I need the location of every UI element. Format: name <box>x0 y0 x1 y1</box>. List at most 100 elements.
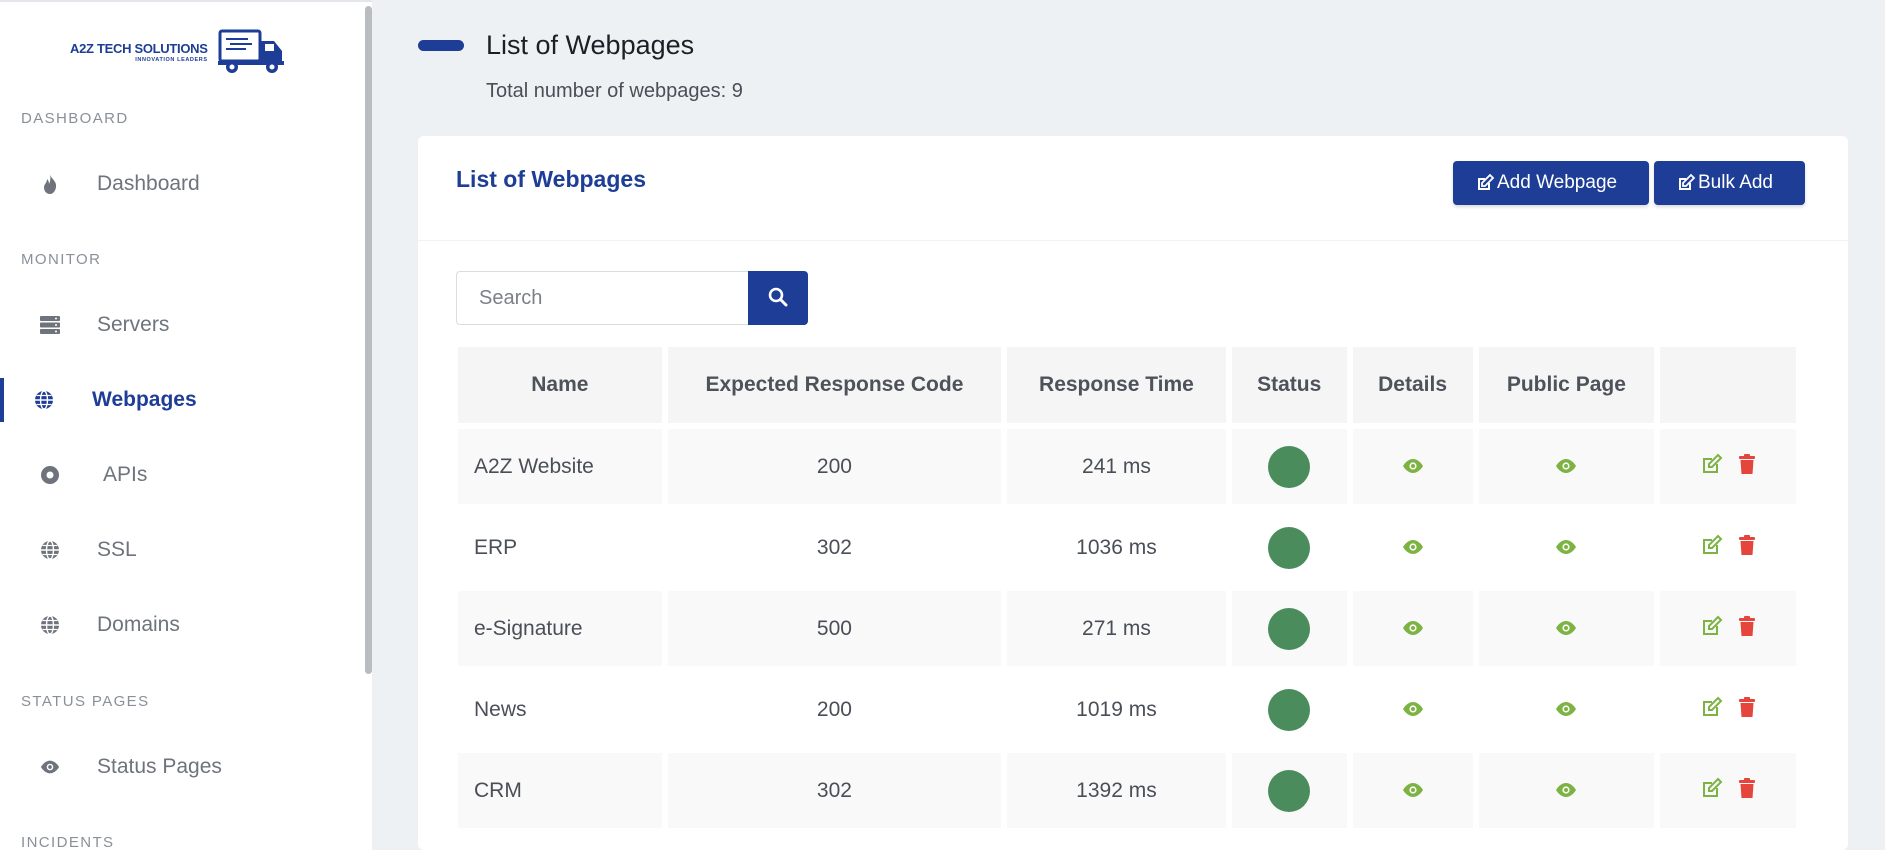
cell-public-page <box>1478 672 1655 747</box>
sidebar-item-label: APIs <box>103 463 148 486</box>
column-header-status[interactable]: Status <box>1231 347 1347 423</box>
sidebar-item-domains[interactable]: Domains <box>0 603 365 647</box>
webpages-card: List of Webpages Add Webpage Bulk Add Se… <box>418 136 1848 850</box>
cell-expected-code: 200 <box>667 429 1002 504</box>
search-bar <box>456 271 808 325</box>
cell-actions <box>1660 510 1796 585</box>
column-header-name[interactable]: Name <box>458 347 662 423</box>
bulk-add-button[interactable]: Bulk Add <box>1654 161 1805 205</box>
column-header-actions <box>1660 347 1796 423</box>
eye-icon <box>40 757 60 777</box>
table-row: ERP 302 1036 ms <box>458 510 1796 585</box>
sidebar-item-ssl[interactable]: SSL <box>0 528 365 572</box>
edit-icon <box>1701 534 1723 562</box>
table-header-row: Name Expected Response Code Response Tim… <box>458 347 1796 423</box>
edit-icon <box>1676 173 1696 193</box>
trash-icon <box>1739 615 1756 642</box>
view-details-button[interactable] <box>1402 779 1424 803</box>
cell-status <box>1231 591 1347 666</box>
sidebar-section-monitor: MONITOR <box>21 251 102 268</box>
cell-status <box>1231 429 1347 504</box>
view-details-button[interactable] <box>1402 617 1424 641</box>
cell-details <box>1352 672 1473 747</box>
view-public-page-button[interactable] <box>1555 455 1577 479</box>
sidebar-item-status-pages[interactable]: Status Pages <box>0 745 365 789</box>
sidebar-item-label: Dashboard <box>97 172 200 195</box>
column-header-expected-code[interactable]: Expected Response Code <box>667 347 1002 423</box>
sidebar-scrollbar[interactable] <box>365 6 372 674</box>
eye-icon <box>1402 779 1424 803</box>
cell-expected-code: 200 <box>667 672 1002 747</box>
sidebar-item-servers[interactable]: Servers <box>0 303 365 347</box>
sidebar-item-dashboard[interactable]: Dashboard <box>0 162 365 206</box>
column-header-response-time[interactable]: Response Time <box>1007 347 1226 423</box>
eye-icon <box>1555 455 1577 479</box>
cell-actions <box>1660 429 1796 504</box>
sidebar-item-apis[interactable]: APIs <box>0 453 365 497</box>
sidebar-item-label: Domains <box>97 613 180 636</box>
sidebar-item-label: Webpages <box>92 388 197 411</box>
cell-response-time: 271 ms <box>1007 591 1226 666</box>
cell-expected-code: 302 <box>667 510 1002 585</box>
cell-details <box>1352 753 1473 828</box>
edit-button[interactable] <box>1701 615 1723 643</box>
cell-response-time: 1392 ms <box>1007 753 1226 828</box>
delete-button[interactable] <box>1739 696 1756 723</box>
eye-icon <box>1555 779 1577 803</box>
edit-button[interactable] <box>1701 534 1723 562</box>
delete-button[interactable] <box>1739 453 1756 480</box>
view-public-page-button[interactable] <box>1555 779 1577 803</box>
cell-response-time: 241 ms <box>1007 429 1226 504</box>
sidebar-item-webpages[interactable]: Webpages <box>0 378 365 422</box>
view-public-page-button[interactable] <box>1555 617 1577 641</box>
eye-icon <box>1555 617 1577 641</box>
globe-icon <box>40 615 60 635</box>
card-header: List of Webpages Add Webpage Bulk Add <box>418 136 1848 241</box>
view-public-page-button[interactable] <box>1555 698 1577 722</box>
add-webpage-button[interactable]: Add Webpage <box>1453 161 1649 205</box>
cell-name: e-Signature <box>458 591 662 666</box>
table-row: News 200 1019 ms <box>458 672 1796 747</box>
edit-button[interactable] <box>1701 777 1723 805</box>
edit-icon <box>1701 777 1723 805</box>
view-details-button[interactable] <box>1402 536 1424 560</box>
server-icon <box>40 315 60 335</box>
cell-name: A2Z Website <box>458 429 662 504</box>
brand-text: A2Z TECH SOLUTIONS INNOVATION LEADERS <box>70 41 208 63</box>
sidebar-item-label: SSL <box>97 538 137 561</box>
sidebar: A2Z TECH SOLUTIONS INNOVATION LEADERS DA… <box>0 0 372 850</box>
cell-name: CRM <box>458 753 662 828</box>
edit-icon <box>1701 453 1723 481</box>
cell-actions <box>1660 753 1796 828</box>
truck-icon <box>217 29 284 73</box>
search-input[interactable] <box>456 271 749 325</box>
cell-expected-code: 302 <box>667 753 1002 828</box>
trash-icon <box>1739 696 1756 723</box>
edit-button[interactable] <box>1701 696 1723 724</box>
cell-expected-code: 500 <box>667 591 1002 666</box>
globe-icon <box>40 540 60 560</box>
brand-logo[interactable]: A2Z TECH SOLUTIONS INNOVATION LEADERS <box>70 28 290 76</box>
view-details-button[interactable] <box>1402 698 1424 722</box>
brand-tagline: INNOVATION LEADERS <box>135 57 208 63</box>
delete-button[interactable] <box>1739 777 1756 804</box>
cell-status <box>1231 510 1347 585</box>
cell-public-page <box>1478 591 1655 666</box>
search-button[interactable] <box>748 271 808 325</box>
sidebar-item-label: Status Pages <box>97 755 222 778</box>
view-details-button[interactable] <box>1402 455 1424 479</box>
column-header-details[interactable]: Details <box>1352 347 1473 423</box>
search-icon <box>768 287 788 310</box>
sidebar-section-incidents: INCIDENTS <box>21 834 115 850</box>
sidebar-section-dashboard: DASHBOARD <box>21 110 129 127</box>
view-public-page-button[interactable] <box>1555 536 1577 560</box>
page-title-accent <box>418 40 464 51</box>
delete-button[interactable] <box>1739 615 1756 642</box>
status-indicator <box>1268 688 1311 731</box>
cell-details <box>1352 591 1473 666</box>
delete-button[interactable] <box>1739 534 1756 561</box>
column-header-public-page[interactable]: Public Page <box>1478 347 1655 423</box>
edit-button[interactable] <box>1701 453 1723 481</box>
cell-public-page <box>1478 429 1655 504</box>
eye-icon <box>1402 617 1424 641</box>
